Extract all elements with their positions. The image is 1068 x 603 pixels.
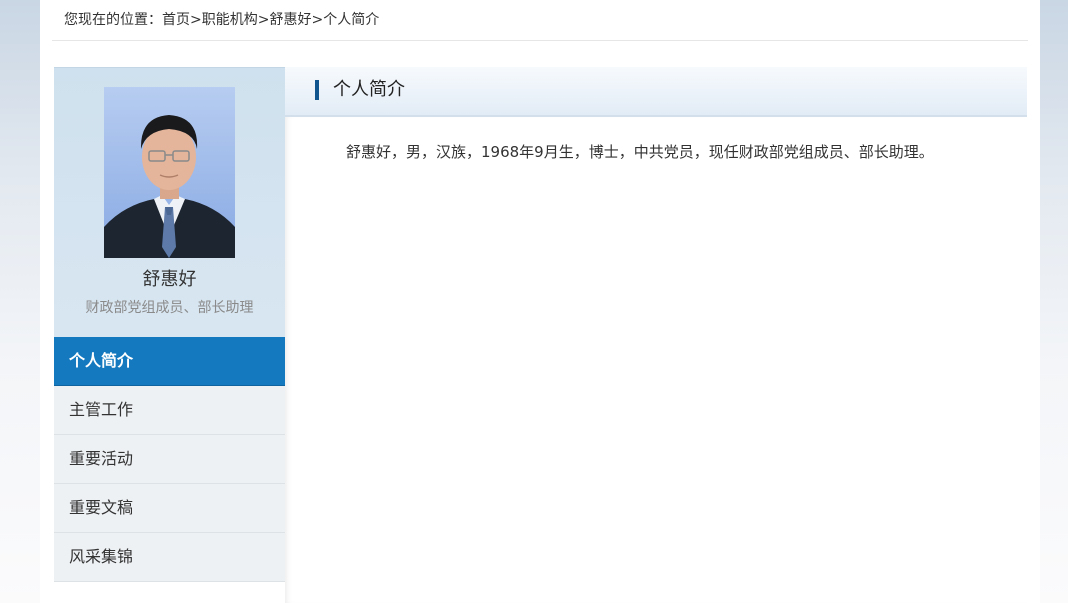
profile-card: 舒惠好 财政部党组成员、部长助理 bbox=[54, 67, 285, 338]
sidebar-item-responsibilities[interactable]: 主管工作 bbox=[54, 386, 285, 435]
page-container: 您现在的位置：首页>职能机构>舒惠好>个人简介 舒惠好 财政部党组成员、部长助理… bbox=[40, 0, 1040, 603]
background-decoration-right bbox=[1040, 0, 1068, 603]
sidebar-item-gallery[interactable]: 风采集锦 bbox=[54, 533, 285, 582]
profile-name: 舒惠好 bbox=[142, 269, 197, 290]
breadcrumb-divider bbox=[52, 40, 1028, 41]
sidebar-nav: 个人简介 主管工作 重要活动 重要文稿 风采集锦 bbox=[54, 337, 285, 582]
breadcrumb-link-department[interactable]: 职能机构 bbox=[202, 12, 258, 28]
bio-text: 舒惠好，男，汉族，1968年9月生，博士，中共党员，现任财政部党组成员、部长助理… bbox=[346, 143, 934, 161]
content-header: 个人简介 bbox=[285, 67, 1027, 117]
breadcrumb-separator: > bbox=[311, 12, 324, 28]
header-accent-bar bbox=[315, 80, 319, 100]
content-title: 个人简介 bbox=[333, 79, 405, 100]
profile-photo bbox=[104, 87, 235, 258]
sidebar-item-profile[interactable]: 个人简介 bbox=[54, 337, 285, 386]
sidebar-item-activities[interactable]: 重要活动 bbox=[54, 435, 285, 484]
portrait-image bbox=[104, 87, 235, 258]
breadcrumb-separator: > bbox=[190, 12, 202, 28]
breadcrumb-current[interactable]: 个人简介 bbox=[323, 12, 379, 28]
background-decoration-left bbox=[0, 0, 40, 603]
content-panel bbox=[285, 117, 1027, 603]
breadcrumb-link-person[interactable]: 舒惠好 bbox=[269, 12, 311, 28]
profile-title: 财政部党组成员、部长助理 bbox=[85, 300, 254, 316]
sidebar-item-documents[interactable]: 重要文稿 bbox=[54, 484, 285, 533]
breadcrumb: 您现在的位置：首页>职能机构>舒惠好>个人简介 bbox=[64, 0, 379, 40]
breadcrumb-link-home[interactable]: 首页 bbox=[162, 12, 190, 28]
breadcrumb-prefix: 您现在的位置： bbox=[64, 12, 162, 28]
breadcrumb-separator: > bbox=[257, 12, 270, 28]
